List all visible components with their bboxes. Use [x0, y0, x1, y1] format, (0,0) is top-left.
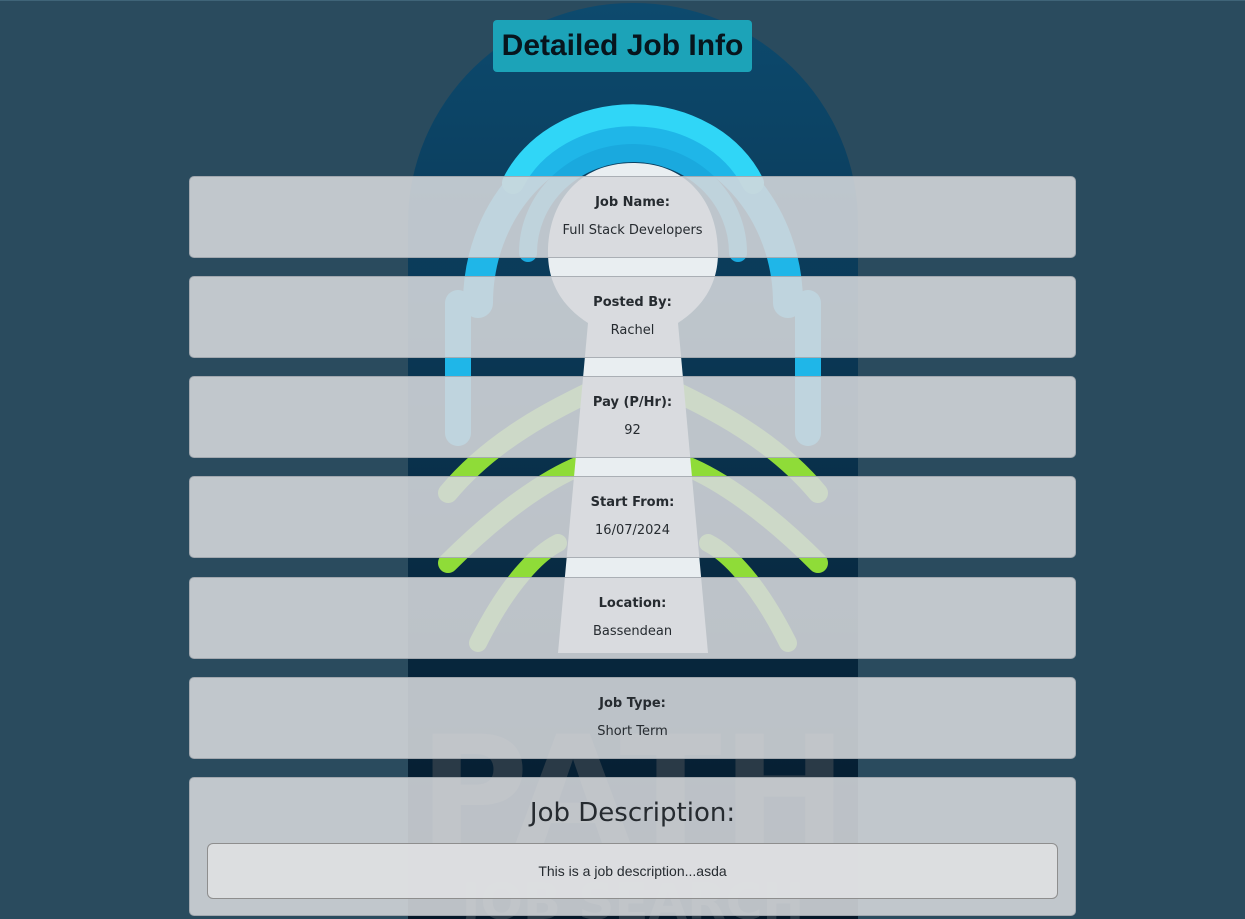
- job-description-text: This is a job description...asda: [207, 843, 1058, 899]
- posted-by-value: Rachel: [610, 323, 655, 338]
- pay-card: Pay (P/Hr): 92: [189, 376, 1076, 458]
- pay-value: 92: [624, 423, 641, 438]
- job-name-value: Full Stack Developers: [562, 223, 703, 238]
- location-card: Location: Bassendean: [189, 577, 1076, 659]
- start-date-label: Start From:: [590, 495, 675, 510]
- posted-by-label: Posted By:: [593, 295, 672, 310]
- pay-label: Pay (P/Hr):: [592, 395, 673, 410]
- location-value: Bassendean: [592, 624, 673, 639]
- job-name-card: Job Name: Full Stack Developers: [189, 176, 1076, 258]
- page-header: Detailed Job Info: [0, 20, 1245, 72]
- job-type-card: Job Type: Short Term: [189, 677, 1076, 759]
- job-description-heading: Job Description:: [529, 798, 736, 828]
- start-date-card: Start From: 16/07/2024: [189, 476, 1076, 558]
- job-description-card: Job Description: This is a job descripti…: [189, 777, 1076, 916]
- page-title: Detailed Job Info: [492, 20, 753, 72]
- job-type-label: Job Type:: [599, 696, 666, 711]
- posted-by-card: Posted By: Rachel: [189, 276, 1076, 358]
- job-name-label: Job Name:: [595, 195, 670, 210]
- start-date-value: 16/07/2024: [595, 523, 670, 538]
- location-label: Location:: [598, 596, 667, 611]
- job-type-value: Short Term: [597, 724, 668, 739]
